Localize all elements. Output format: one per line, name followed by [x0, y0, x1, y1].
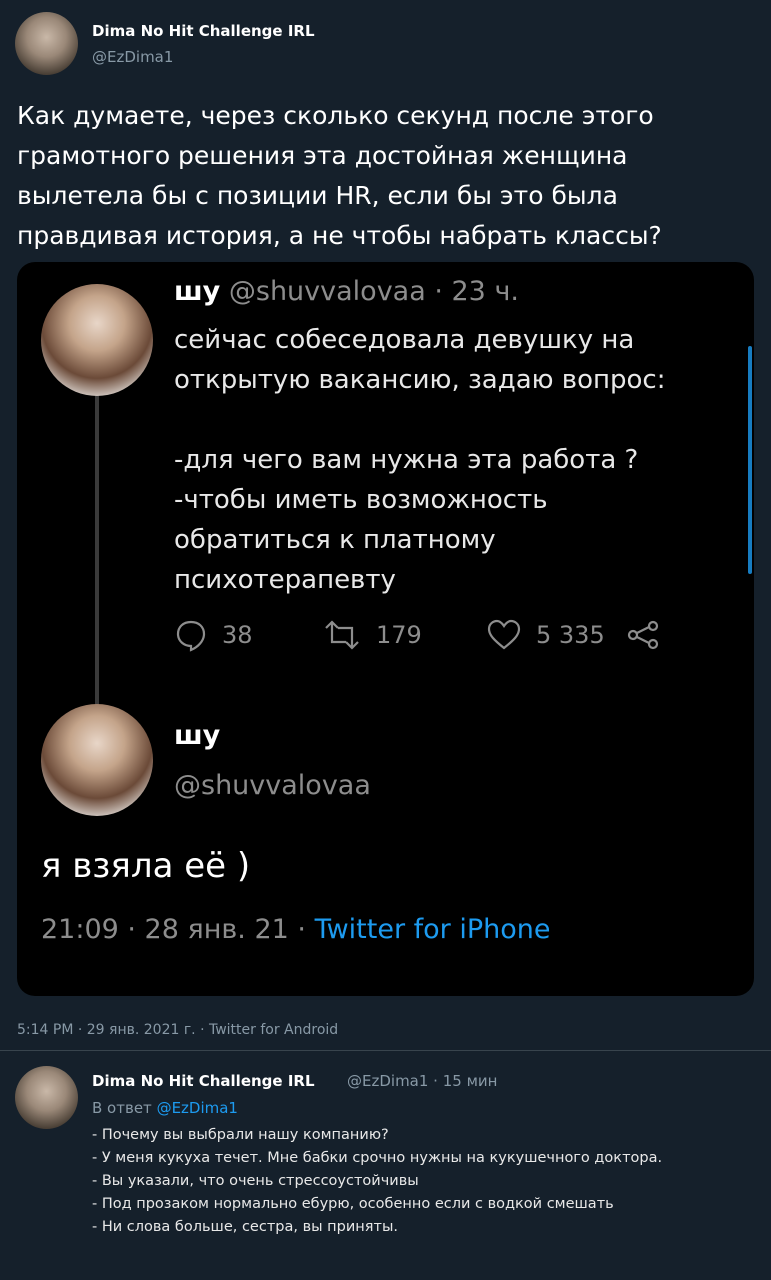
- embedded-actions: 38 179 5 335: [174, 618, 734, 658]
- embedded-timestamp: 21:09 · 28 янв. 21 · Twitter for iPhone: [41, 914, 551, 945]
- reply-to-prefix: В ответ: [92, 1099, 157, 1117]
- avatar: [41, 704, 153, 816]
- divider: [0, 1050, 771, 1051]
- reply-line: - Почему вы выбрали нашу компанию?: [92, 1127, 389, 1143]
- reply-line: - Под прозаком нормально ебурю, особенно…: [92, 1196, 614, 1212]
- reply-to: В ответ @EzDima1: [92, 1099, 238, 1117]
- share-action: [626, 618, 660, 652]
- author-name[interactable]: Dima No Hit Challenge IRL: [92, 22, 315, 40]
- reply-author-name[interactable]: Dima No Hit Challenge IRL: [92, 1072, 315, 1090]
- heart-icon: [487, 619, 521, 650]
- embedded-author-name-2: шу: [174, 720, 220, 751]
- reply-count: 38: [222, 621, 253, 649]
- embedded-source: Twitter for iPhone: [314, 914, 551, 945]
- thread-line: [95, 394, 99, 706]
- embedded-author-name: шу: [174, 720, 221, 751]
- reply-handle-time[interactable]: @EzDima1 · 15 мин: [347, 1072, 497, 1090]
- like-count: 5 335: [536, 621, 605, 649]
- avatar[interactable]: [15, 1066, 78, 1129]
- avatar: [41, 284, 153, 396]
- author-handle[interactable]: @EzDima1: [92, 48, 173, 66]
- reply-line: - Ни слова больше, сестра, вы приняты.: [92, 1219, 399, 1235]
- reply-line: - У меня кукуха течет. Мне бабки срочно …: [92, 1150, 663, 1166]
- avatar[interactable]: [15, 12, 78, 75]
- embedded-time: 21:09 · 28 янв. 21 ·: [41, 914, 315, 945]
- embedded-image[interactable]: шу @shuvvalovaa · 23 ч. сейчас собеседов…: [17, 262, 754, 996]
- embedded-handle: @shuvvalovaa: [174, 770, 371, 801]
- embedded-author-name: шу: [174, 276, 221, 307]
- retweet-icon: [325, 620, 359, 650]
- tweet-timestamp[interactable]: 5:14 PM · 29 янв. 2021 г. · Twitter for …: [17, 1022, 338, 1038]
- retweet-count: 179: [376, 621, 422, 649]
- reply-icon: [176, 620, 206, 652]
- embedded-header: шу @shuvvalovaa · 23 ч.: [174, 276, 519, 307]
- reply-line: - Вы указали, что очень стрессоустойчивы: [92, 1173, 419, 1189]
- scrollbar[interactable]: [748, 346, 752, 574]
- tweet-text: Как думаете, через сколько секунд после …: [17, 101, 662, 250]
- embedded-text-2: я взяла её ): [41, 846, 251, 886]
- retweet-action: 179: [322, 618, 422, 652]
- like-action: 5 335: [486, 618, 605, 652]
- embedded-text: сейчас собеседовала девушку на открытую …: [174, 325, 666, 595]
- share-icon: [627, 620, 659, 650]
- reply-text: - Почему вы выбрали нашу компанию? - У м…: [92, 1124, 752, 1239]
- reply-action: 38: [174, 618, 253, 652]
- embedded-handle-time: @shuvvalovaa · 23 ч.: [228, 276, 519, 307]
- reply-to-handle[interactable]: @EzDima1: [157, 1099, 238, 1117]
